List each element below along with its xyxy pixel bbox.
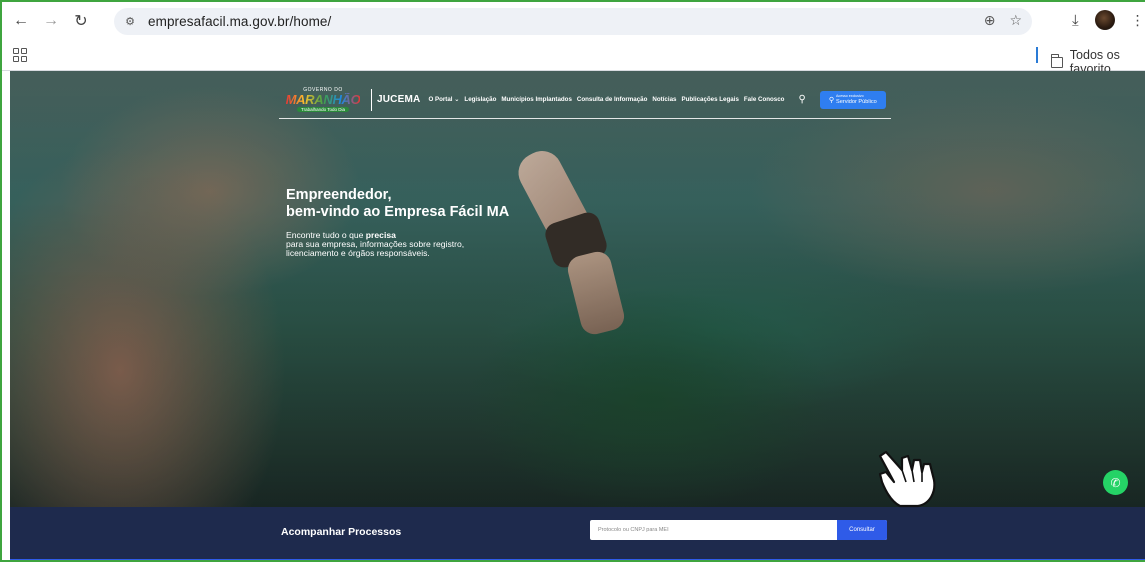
zoom-icon[interactable]: ⊕ (984, 12, 996, 29)
hero-banner: GOVERNO DO MARANHÃO Trabalhando Todo Dia… (10, 71, 1145, 507)
nav-publicacoes[interactable]: Publicações Legais (681, 96, 738, 103)
browser-toolbar: ← → ↻ ⚙ empresafacil.ma.gov.br/home/ ⊕ ☆… (2, 2, 1145, 40)
nav-noticias[interactable]: Notícias (652, 96, 676, 103)
download-icon[interactable]: ⤓ (1072, 12, 1079, 29)
hand-pointer-icon (878, 450, 936, 508)
reload-icon: ↻ (74, 13, 88, 30)
hero-title: Empreendedor, bem-vindo ao Empresa Fácil… (286, 187, 510, 220)
nav-municipios[interactable]: Municípios Implantados (501, 96, 571, 103)
menu-dots-icon[interactable]: ⋮ (1131, 12, 1145, 29)
url-text[interactable]: empresafacil.ma.gov.br/home/ (148, 14, 331, 29)
folder-icon (1050, 53, 1063, 68)
nav-legislacao[interactable]: Legislação (464, 96, 496, 103)
tracking-form: Consultar (590, 520, 887, 540)
star-icon[interactable]: ☆ (1009, 12, 1022, 29)
consultar-button[interactable]: Consultar (837, 520, 887, 540)
search-icon[interactable]: ⚲ (798, 94, 805, 105)
arrow-left-icon: ← (13, 12, 29, 29)
jucema-logo[interactable]: JUCEMA (377, 94, 420, 105)
servidor-access-button[interactable]: ⚲ Acesso exclusivo Servidor Público (819, 90, 886, 109)
tracking-label: Acompanhar Processos (281, 526, 402, 538)
browser-window: ← → ↻ ⚙ empresafacil.ma.gov.br/home/ ⊕ ☆… (0, 0, 1145, 562)
back-button[interactable]: ← (10, 10, 32, 32)
reload-button[interactable]: ↻ (70, 10, 92, 32)
address-bar[interactable]: ⚙ empresafacil.ma.gov.br/home/ ⊕ ☆ (114, 8, 1032, 35)
logo-wordmark: MARANHÃO (285, 92, 361, 107)
nav-fale-conosco[interactable]: Fale Conosco (744, 96, 785, 103)
tracking-section: Acompanhar Processos Consultar (10, 507, 1145, 559)
bookmarks-bar: Todos os favorito (2, 40, 1145, 76)
avatar[interactable] (1094, 10, 1115, 30)
main-nav: O Portal ⌄ Legislação Municípios Implant… (428, 96, 784, 103)
hero-description: Encontre tudo o que precisa para sua emp… (286, 230, 465, 258)
whatsapp-icon[interactable]: ✆ (1103, 470, 1128, 495)
forward-button[interactable]: → (40, 10, 62, 32)
lock-icon: ⚲ (828, 96, 834, 104)
logo-divider (371, 88, 372, 111)
nav-o-portal[interactable]: O Portal ⌄ (428, 96, 459, 103)
protocol-input[interactable] (590, 520, 837, 540)
arrow-right-icon: → (43, 12, 59, 29)
web-page: GOVERNO DO MARANHÃO Trabalhando Todo Dia… (10, 71, 1145, 560)
apps-grid-icon[interactable] (13, 48, 27, 62)
bookmarks-divider (1036, 47, 1038, 63)
maranhao-logo[interactable]: GOVERNO DO MARANHÃO Trabalhando Todo Dia (279, 87, 367, 113)
site-settings-icon[interactable]: ⚙ (120, 12, 140, 32)
site-header: GOVERNO DO MARANHÃO Trabalhando Todo Dia… (279, 81, 891, 119)
nav-consulta[interactable]: Consulta de Informação (577, 96, 647, 103)
